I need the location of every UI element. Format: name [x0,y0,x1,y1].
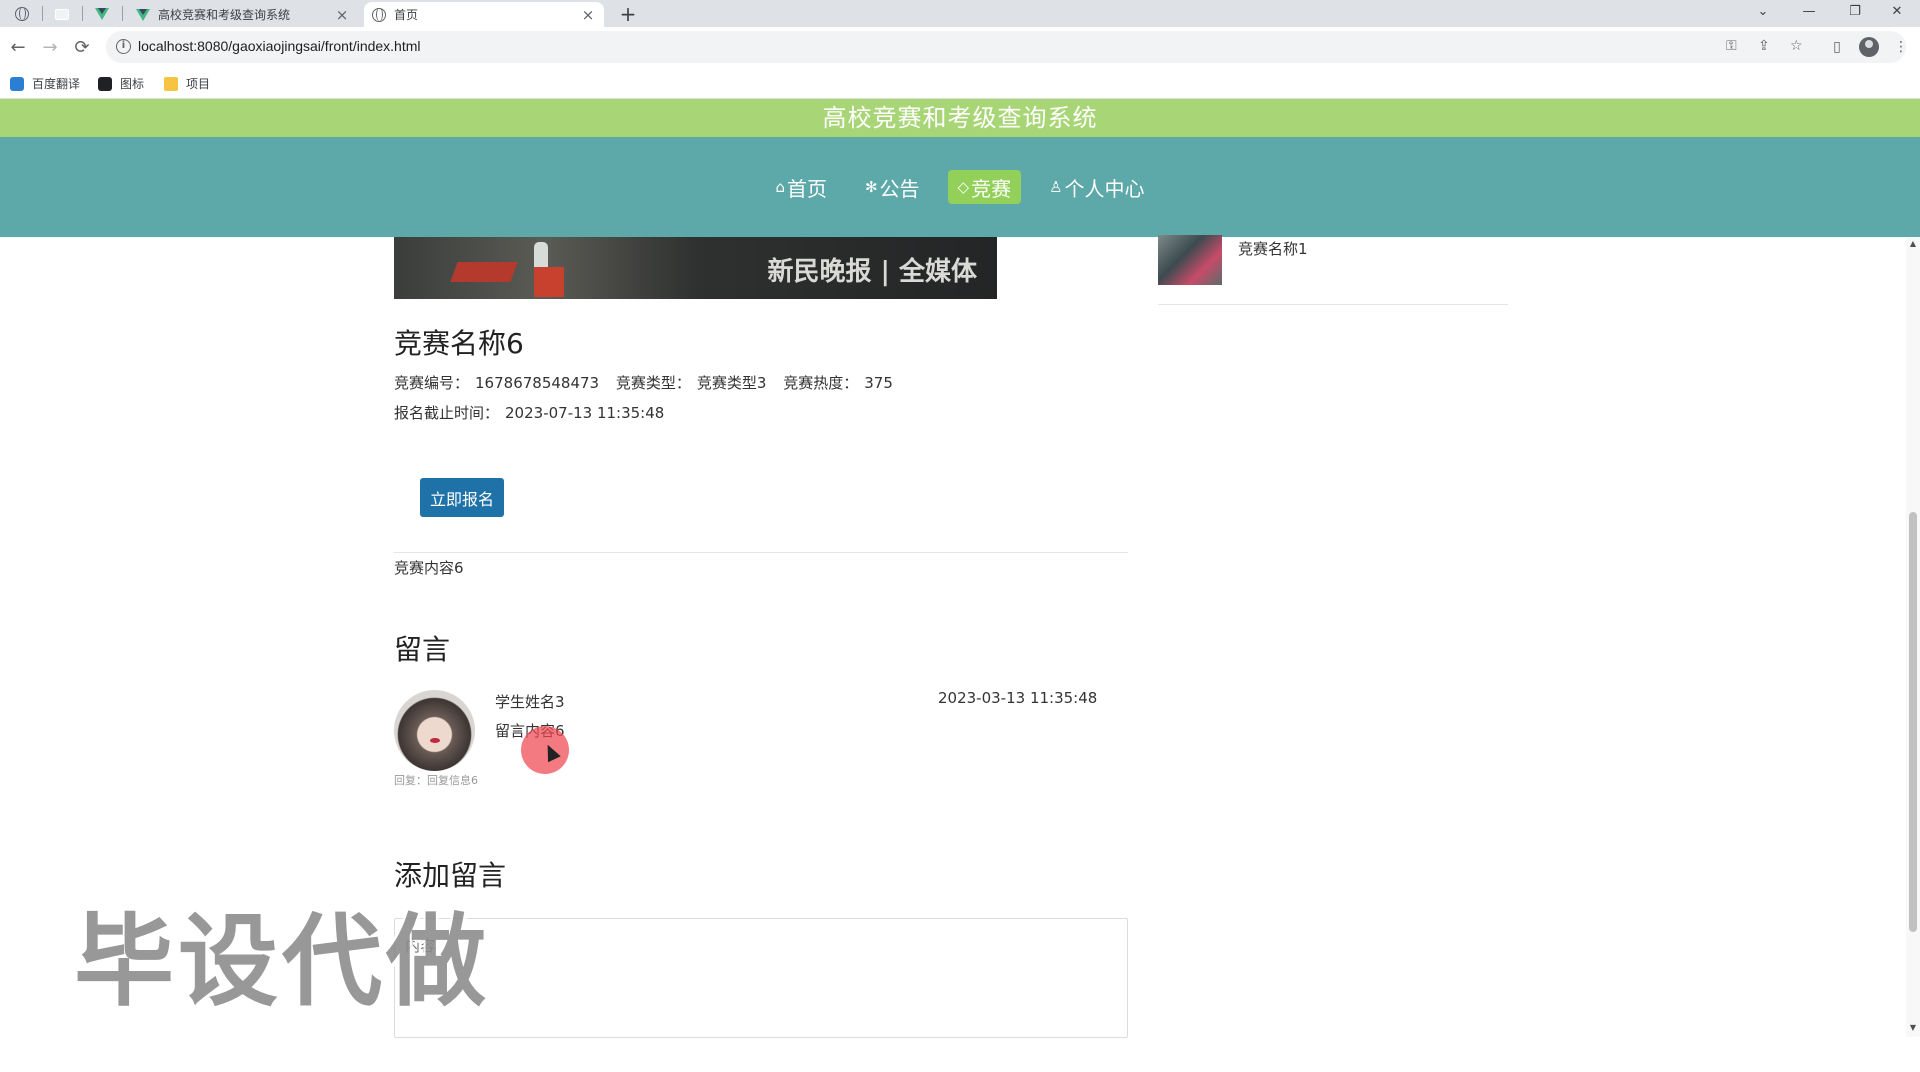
tab-close-icon[interactable]: × [334,6,350,24]
browser-toolbar: ← → ⟳ i localhost:8080/gaoxiaojingsai/fr… [0,27,1920,67]
blank-page-icon [55,8,69,20]
close-window-button[interactable]: ✕ [1874,0,1920,22]
competition-heat: 375 [864,374,893,392]
profile-avatar-icon [1859,37,1879,57]
divider [1158,304,1508,305]
divider [394,552,1128,553]
deadline-line: 报名截止时间： 2023-07-13 11:35:48 [394,402,664,423]
globe-icon [372,7,386,22]
bookmark-label: 项目 [186,77,211,91]
pinned-tab-globe[interactable] [8,3,36,25]
reload-button[interactable]: ⟳ [70,35,94,59]
tab-close-icon[interactable]: × [580,6,596,24]
pinned-tab-blank[interactable] [48,3,76,25]
pinned-tab-vue[interactable] [88,3,116,25]
bookmarks-bar: 百度翻译 图标 项目 [0,67,1920,99]
url-text[interactable]: localhost:8080/gaoxiaojingsai/front/inde… [138,38,421,54]
side-panel-icon[interactable]: ▯ [1826,36,1848,58]
menu-kebab-icon[interactable]: ⋮ [1890,36,1912,58]
address-bar[interactable]: i localhost:8080/gaoxiaojingsai/front/in… [106,31,1906,63]
bookmark-label: 百度翻译 [32,77,81,91]
nav-personal-center[interactable]: ♙ 个人中心 [1039,170,1154,204]
competition-title: 竞赛名称6 [394,327,524,360]
avatar [394,690,475,771]
profile-button[interactable] [1858,36,1880,58]
comment-time: 2023-03-13 11:35:48 [938,689,1098,707]
tab-home[interactable]: 首页 × [364,2,604,27]
site-info-icon[interactable]: i [116,39,131,54]
nav-competition[interactable]: ◇ 竞赛 [947,170,1022,204]
comments-heading: 留言 [394,633,451,666]
back-button[interactable]: ← [6,35,30,59]
bookmark-star-icon[interactable]: ☆ [1790,38,1803,54]
tab-separator [122,6,123,21]
nav-label: 竞赛 [971,176,1012,201]
vue-logo-icon [136,8,150,21]
competition-content: 竞赛内容6 [394,559,464,577]
bookmark-label: 图标 [120,77,145,91]
comment-reply: 回复：回复信息6 [394,774,478,787]
share-icon[interactable]: ⇪ [1758,38,1770,54]
competition-banner-image: 新民晚报 | 全媒体 [394,237,997,299]
scroll-down-arrow-icon[interactable]: ▼ [1909,1023,1917,1032]
page-scrollbar[interactable]: ▲ ▼ [1906,237,1920,1037]
competition-meta-line: 竞赛编号： 1678678548473 竞赛类型： 竞赛类型3 竞赛热度： 375 [394,372,905,393]
new-tab-button[interactable]: + [616,2,640,26]
nav-home[interactable]: ⌂ 首页 [765,170,837,204]
competition-type: 竞赛类型3 [696,374,767,392]
tag-icon: ◇ [957,178,970,196]
browser-tab-bar: 高校竞赛和考级查询系统 × 首页 × + ⌄ — ❐ ✕ [0,0,1920,27]
snowflake-icon: ✻ [864,178,878,196]
minimize-button[interactable]: — [1786,0,1832,22]
bookmark-item[interactable]: 百度翻译 [10,75,80,92]
vue-logo-icon [95,8,109,20]
tab-separator [82,6,83,21]
comment-input[interactable] [394,918,1128,1038]
restore-button[interactable]: ❐ [1832,0,1878,22]
home-icon: ⌂ [775,178,785,196]
competition-number: 1678678548473 [475,374,600,392]
tab-separator [42,6,43,21]
sidebar-competition-name[interactable]: 竞赛名称1 [1238,238,1308,259]
site-title-bar: 高校竞赛和考级查询系统 [0,99,1920,137]
number-label: 竞赛编号： 1678678548473 [394,374,600,392]
deadline-label: 报名截止时间： [394,404,500,422]
folder-icon [164,76,178,91]
translate-icon [10,76,24,91]
deadline-value: 2023-07-13 11:35:48 [505,404,665,422]
nav-label: 首页 [786,176,827,201]
tab-title: 首页 [394,8,419,22]
nav-label: 个人中心 [1064,176,1145,201]
tab-search-dropdown-icon[interactable]: ⌄ [1740,0,1786,22]
image-icon [98,76,112,91]
nav-notice[interactable]: ✻ 公告 [855,170,930,204]
comment-author: 学生姓名3 [495,693,565,711]
forward-button[interactable]: → [38,35,62,59]
key-icon[interactable]: ⚿ [1726,38,1737,54]
type-label: 竞赛类型： 竞赛类型3 [615,374,767,392]
bookmark-item[interactable]: 图标 [98,75,144,92]
sidebar-competition-thumbnail[interactable] [1158,235,1222,285]
banner-caption: 新民晚报 | 全媒体 [767,257,977,287]
tab-title: 高校竞赛和考级查询系统 [158,8,291,22]
bookmark-item[interactable]: 项目 [164,75,210,92]
watermark-text: 毕设代做 [74,903,490,1020]
heat-label: 竞赛热度： 375 [783,374,893,392]
signup-button[interactable]: 立即报名 [420,478,504,517]
globe-icon [15,7,29,21]
tab-system-admin[interactable]: 高校竞赛和考级查询系统 × [128,2,358,27]
nav-label: 公告 [879,176,920,201]
scroll-up-arrow-icon[interactable]: ▲ [1909,239,1917,248]
site-title: 高校竞赛和考级查询系统 [822,104,1098,132]
scrollbar-thumb[interactable] [1909,512,1917,932]
site-nav-bar: ⌂ 首页 ✻ 公告 ◇ 竞赛 ♙ 个人中心 [0,137,1920,237]
user-icon: ♙ [1049,178,1063,196]
